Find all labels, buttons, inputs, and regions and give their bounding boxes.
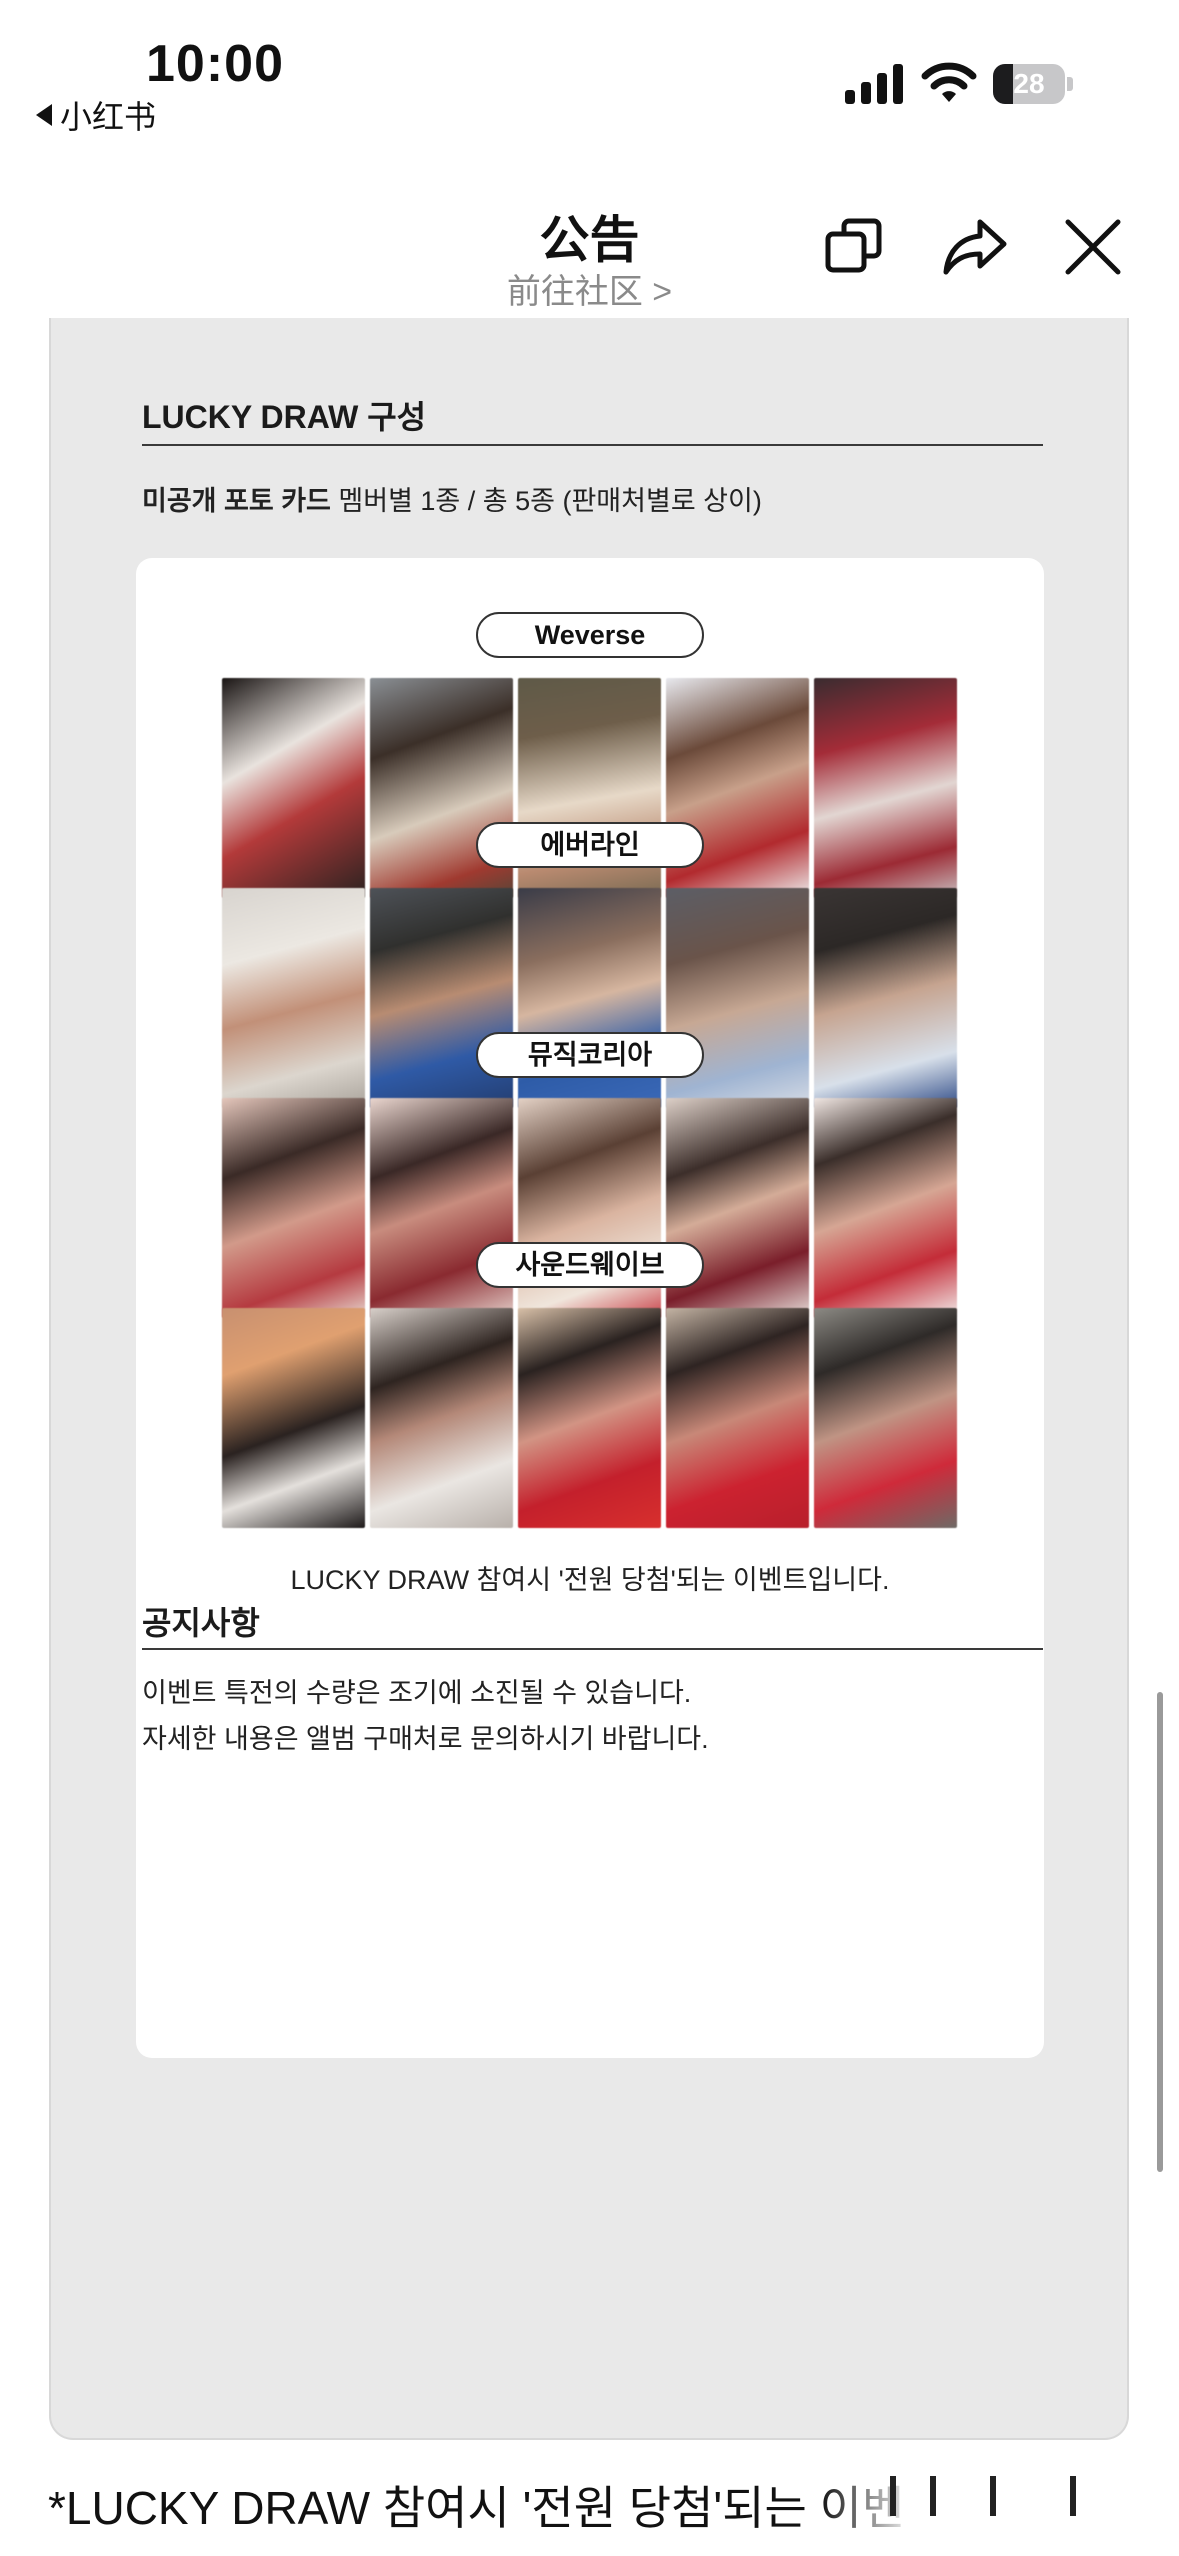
photo-card	[814, 678, 957, 898]
status-bar: 10:00 小红书 28	[0, 0, 1179, 150]
description-bold: 미공개 포토 카드	[142, 486, 331, 516]
battery-icon: 28	[993, 64, 1073, 104]
photo-card	[814, 888, 957, 1108]
vendor-label-soundwave: 사운드웨이브	[476, 1242, 704, 1288]
battery-percent: 28	[1013, 68, 1045, 99]
vendor-label-weverse: Weverse	[476, 612, 704, 658]
notice-line-2: 자세한 내용은 앨범 구매처로 문의하시기 바랍니다.	[142, 1724, 709, 1754]
vendor-label-everline: 에버라인	[476, 822, 704, 868]
section-divider	[142, 444, 1043, 446]
photo-card	[814, 1098, 957, 1318]
close-icon	[1065, 219, 1121, 275]
photo-card	[666, 1308, 809, 1528]
back-app-label: 小红书	[60, 99, 157, 135]
cellular-signal-icon	[845, 64, 903, 104]
copy-icon	[825, 218, 882, 273]
photo-card	[222, 888, 365, 1108]
photo-card	[222, 1308, 365, 1528]
close-button[interactable]	[1058, 212, 1128, 282]
share-icon	[943, 219, 1007, 275]
post-caption: *LUCKY DRAW 참여시 '전원 당첨'되는 이벤	[48, 2482, 905, 2534]
lucky-draw-note: LUCKY DRAW 참여시 '전원 당첨'되는 이벤트입니다.	[290, 1565, 890, 1595]
status-time: 10:00	[146, 35, 284, 93]
photo-card-row	[222, 1308, 958, 1528]
wifi-icon	[921, 62, 977, 102]
share-button[interactable]	[940, 212, 1010, 282]
photo-card	[222, 1098, 365, 1318]
back-arrow-icon	[36, 104, 52, 126]
page-header: 公告 前往社区 >	[0, 180, 1179, 311]
copy-button[interactable]	[820, 212, 890, 282]
scrollbar[interactable]	[1157, 1692, 1163, 2172]
section-divider	[142, 1648, 1043, 1650]
description-rest: 멤버별 1종 / 총 5종 (판매처별로 상이)	[330, 486, 762, 516]
vendor-label-music-korea: 뮤직코리아	[476, 1032, 704, 1078]
photo-card	[370, 1308, 513, 1528]
photo-card	[814, 1308, 957, 1528]
back-to-app-button[interactable]: 小红书	[36, 92, 156, 138]
photo-card-panel: Weverse 에버라인 뮤직코리아 사운드웨이브 LUCKY DRAW 참여시…	[136, 558, 1044, 2058]
notice-line-1: 이벤트 특전의 수량은 조기에 소진될 수 있습니다.	[142, 1678, 692, 1708]
caption-fade	[820, 2466, 1140, 2528]
photo-card	[222, 678, 365, 898]
photo-card	[518, 1308, 661, 1528]
lucky-draw-description: 미공개 포토 카드 멤버별 1종 / 총 5종 (판매처별로 상이)	[142, 478, 762, 524]
announcement-content[interactable]: LUCKY DRAW 구성 미공개 포토 카드 멤버별 1종 / 총 5종 (판…	[49, 318, 1129, 2440]
lucky-draw-title: LUCKY DRAW 구성	[142, 399, 427, 435]
notice-title: 공지사항	[142, 1605, 260, 1641]
